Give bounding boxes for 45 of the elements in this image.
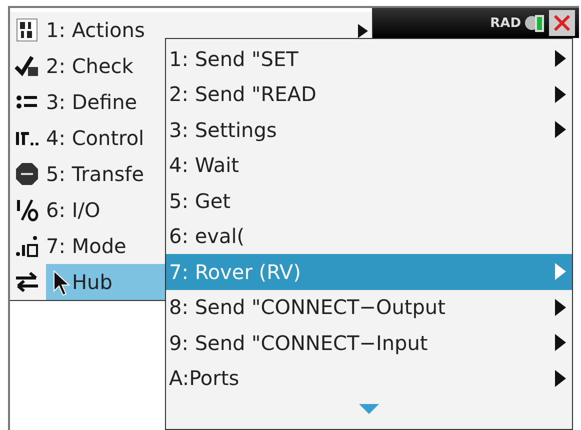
menu-item-label: 4: Control [46, 126, 144, 150]
menu-item[interactable]: 4: Wait [166, 148, 572, 183]
menu-item[interactable]: 4: Control [10, 120, 165, 156]
menu-item-label: A:Ports [169, 366, 240, 390]
menu-item-label: 7: Rover (RV) [169, 260, 301, 284]
menu-item[interactable]: 6: I/O [10, 192, 165, 228]
fraction-icon [14, 197, 40, 223]
menu-item-label: 9: Send "CONNECT−Input [169, 330, 428, 355]
menu-item-label: 5: Get [169, 188, 230, 213]
menu-item[interactable]: 5: Get [166, 183, 572, 218]
mouse-pointer-icon [52, 270, 72, 296]
menu-item[interactable]: 5: Transfe [10, 156, 165, 192]
menu-item-label: 5: Transfe [46, 162, 144, 186]
menu-item-label: 3: Settings [169, 118, 277, 142]
number-icon [14, 233, 40, 259]
menu-item[interactable]: 3: Settings [166, 112, 572, 148]
menu-item[interactable]: 3: Define [10, 84, 165, 120]
menu-item-label: 2: Check [46, 54, 134, 78]
battery-icon [524, 12, 546, 34]
menu-item-label: 2: Send "READ [169, 82, 316, 106]
menu-item-label: 8: Send "CONNECT−Output [169, 295, 446, 320]
menu-item-label: 7: Mode [46, 234, 126, 258]
menu-item[interactable]: A:Ports [166, 360, 572, 396]
angle-mode-label: RAD [490, 16, 521, 30]
menu-item[interactable]: 1: Send "SET [166, 41, 572, 76]
scroll-down-icon[interactable] [359, 404, 379, 414]
swap-arrows-icon [14, 269, 40, 295]
menu-item[interactable]: 2: Send "READ [166, 76, 572, 112]
menu-item-label: 4: Wait [169, 153, 239, 178]
menu-item[interactable]: 6: eval( [166, 218, 572, 254]
close-icon [553, 14, 571, 32]
menu-item-label: 1: Send "SET [169, 46, 298, 71]
menu-item[interactable]: 9: Send "CONNECT−Input [166, 325, 572, 360]
stop-sign-icon [14, 161, 40, 187]
menu-item[interactable]: 2: Check [10, 48, 165, 84]
binary-grid-icon [14, 17, 40, 43]
close-button[interactable] [549, 10, 575, 36]
check-icon [14, 53, 40, 79]
menu-item[interactable]: 8: Send "CONNECT−Output [166, 290, 572, 325]
menu-item[interactable]: 7: Mode [10, 228, 165, 264]
menu-item-label: 1: Actions [46, 18, 145, 42]
menu-item-label: Hub [72, 270, 112, 294]
menu-item-label: 6: eval( [169, 224, 245, 248]
menu-item-label: 3: Define [46, 90, 138, 114]
menu-item-label: 6: I/O [46, 198, 100, 222]
